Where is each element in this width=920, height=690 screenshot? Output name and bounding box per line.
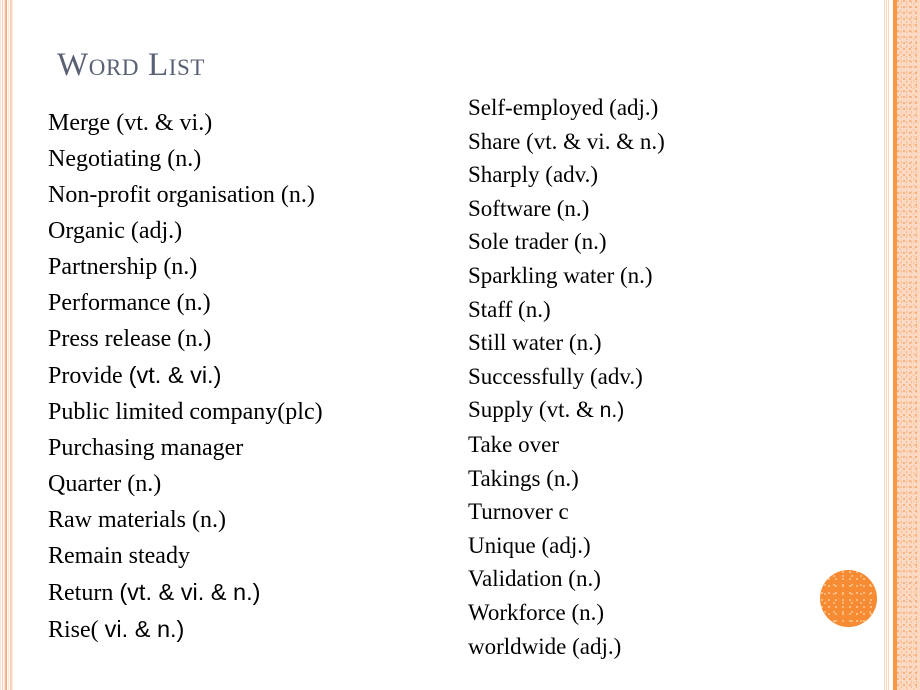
word-term: Remain steady xyxy=(48,543,190,569)
word-list-item: Take over xyxy=(468,428,868,462)
word-list-item: Quarter (n.) xyxy=(48,466,448,502)
word-term: Still water (n.) xyxy=(468,330,602,356)
word-part-of-speech: (vt. & vi.) xyxy=(128,362,222,388)
word-list-item: Raw materials (n.) xyxy=(48,502,448,538)
word-list-item: worldwide (adj.) xyxy=(468,630,868,664)
word-list-item: Remain steady xyxy=(48,538,448,574)
word-list-item: Still water (n.) xyxy=(468,326,868,360)
word-list-item: Press release (n.) xyxy=(48,321,448,357)
word-term: Share (vt. & vi. & n.) xyxy=(468,128,665,154)
word-list-item: Self-employed (adj.) xyxy=(468,91,868,125)
word-term: Rise( xyxy=(48,617,105,643)
word-list-item: Staff (n.) xyxy=(468,293,868,327)
word-term: Unique (adj.) xyxy=(468,532,591,558)
word-list-item: Purchasing manager xyxy=(48,430,448,466)
word-list-item: Provide (vt. & vi.) xyxy=(48,357,448,394)
word-term: Sole trader (n.) xyxy=(468,229,607,255)
word-part-of-speech: (vt. & vi.) xyxy=(116,110,213,136)
orange-circle-decoration xyxy=(820,570,877,627)
word-term: Press release (n.) xyxy=(48,326,212,352)
left-border-accent-line xyxy=(5,0,7,690)
word-term: Supply (vt. & xyxy=(468,397,600,423)
word-list-item: Sharply (adv.) xyxy=(468,158,868,192)
word-list-item: Supply (vt. & n.) xyxy=(468,393,868,428)
left-border-edge-line xyxy=(11,0,12,690)
word-term: Sharply (adv.) xyxy=(468,162,599,188)
word-term: Take over xyxy=(468,431,559,457)
slide-canvas: Word List Merge (vt. & vi.) Negotiating (… xyxy=(0,0,920,690)
word-list-column-right: Self-employed (adj.) Share (vt. & vi. & n… xyxy=(468,91,868,663)
word-term: Workforce (n.) xyxy=(468,599,605,625)
word-term: Takings (n.) xyxy=(468,465,579,491)
word-term: Performance (n.) xyxy=(48,290,211,316)
word-term: Raw materials (n.) xyxy=(48,507,226,533)
word-term: Successfully (adv.) xyxy=(468,363,643,389)
word-term: Self-employed (adj.) xyxy=(468,95,659,120)
word-list-item: Organic (adj.) xyxy=(48,213,448,249)
word-part-of-speech: vi. & n.) xyxy=(104,616,185,642)
word-list-item: Unique (adj.) xyxy=(468,529,868,563)
word-list-item: Successfully (adv.) xyxy=(468,360,868,394)
word-list-item: Performance (n.) xyxy=(48,285,448,321)
word-term: worldwide (adj.) xyxy=(468,633,622,659)
word-term: Non-profit organisation (n.) xyxy=(48,182,315,208)
word-list-item: Negotiating (n.) xyxy=(48,141,448,177)
word-list-column-left: Merge (vt. & vi.) Negotiating (n.) Non-pro… xyxy=(48,105,448,648)
word-term: Turnover c xyxy=(468,499,569,525)
word-term: Partnership (n.) xyxy=(48,254,198,280)
word-term: Provide xyxy=(48,363,129,389)
page-title: Word List xyxy=(57,47,206,83)
word-term: Return xyxy=(48,580,120,606)
word-list-item: Sole trader (n.) xyxy=(468,225,868,259)
word-term: Quarter (n.) xyxy=(48,471,162,497)
word-list-item: Validation (n.) xyxy=(468,562,868,596)
word-term: Merge xyxy=(48,110,117,136)
word-list-item: Turnover c xyxy=(468,495,868,529)
word-part-of-speech: (vt. & vi. & n.) xyxy=(119,579,261,605)
word-list-item: Rise( vi. & n.) xyxy=(48,611,448,648)
right-striped-border xyxy=(897,0,920,690)
word-list-item: Public limited company(plc) xyxy=(48,394,448,430)
word-term: Staff (n.) xyxy=(468,296,551,322)
word-term: Software (n.) xyxy=(468,195,590,221)
word-list-item: Software (n.) xyxy=(468,192,868,226)
word-list-item: Partnership (n.) xyxy=(48,249,448,285)
word-term: Sparkling water (n.) xyxy=(468,262,653,288)
word-term: Public limited company(plc) xyxy=(48,399,323,425)
word-list-item: Workforce (n.) xyxy=(468,596,868,630)
word-list-item: Takings (n.) xyxy=(468,462,868,496)
word-term: Purchasing manager xyxy=(48,435,244,461)
word-list-item: Sparkling water (n.) xyxy=(468,259,868,293)
word-list-item: Merge (vt. & vi.) xyxy=(48,105,448,141)
word-list-item: Return (vt. & vi. & n.) xyxy=(48,574,448,611)
word-term: Validation (n.) xyxy=(468,566,601,592)
word-list-item: Non-profit organisation (n.) xyxy=(48,177,448,213)
word-list-item: Share (vt. & vi. & n.) xyxy=(468,125,868,159)
word-part-of-speech: n.) xyxy=(599,399,625,423)
word-term: Organic (adj.) xyxy=(48,218,183,244)
word-term: Negotiating (n.) xyxy=(48,146,202,172)
